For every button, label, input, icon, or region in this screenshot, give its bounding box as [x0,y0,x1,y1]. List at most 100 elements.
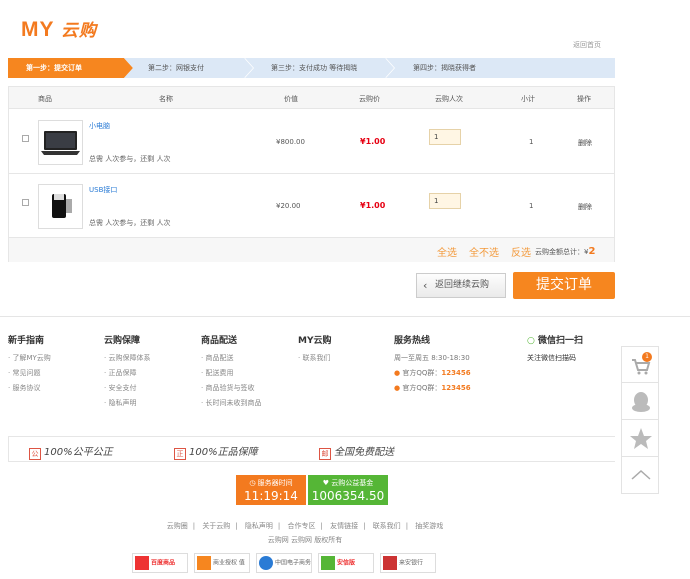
wechat-icon: ○ [527,336,535,346]
qty-input[interactable]: 1 [429,193,461,209]
footer-link[interactable]: · 了解MY云购 [8,351,51,366]
product-info: 总需 人次参与，还剩 人次 [89,155,171,163]
qq-group[interactable]: ● 官方QQ群：123456 [394,366,471,381]
product-name[interactable]: 小电脑 [89,121,110,131]
footer-link[interactable]: · 长时间未收到商品 [201,396,261,411]
step-2: 第二步：网银支付 [124,58,254,78]
th-subtotal: 小计 [521,95,535,103]
fund-amount: 1006354.50 [311,489,385,503]
product-info: 总需 人次参与，还剩 人次 [89,219,171,227]
qty-input[interactable]: 1 [429,129,461,145]
checkout-steps: 第一步：提交订单 第二步：网银支付 第三步：支付成功 等待揭晓 第四步：揭晓获得… [8,58,615,78]
sidebar-favorite-button[interactable] [621,420,659,457]
charity-fund-box[interactable]: ♥ 云购公益基金 1006354.50 [308,475,388,505]
th-qty: 云购人次 [435,95,463,103]
row-checkbox[interactable] [22,199,29,206]
trust-badge[interactable]: 百度商品 [132,553,188,573]
select-all-link[interactable]: 全选 [437,244,457,259]
continue-shopping-button[interactable]: ‹ 返回继续云购 [416,273,506,298]
footer-link[interactable]: · 联系我们 [298,351,331,366]
heart-icon: ♥ [322,479,330,487]
table-header: 商品 名称 价值 云购价 云购人次 小计 操作 [9,87,614,109]
submit-order-button[interactable]: 提交订单 [513,272,615,299]
qq-icon: ● [394,384,401,392]
footer-link[interactable]: · 商品配送 [201,351,261,366]
footer-link[interactable]: 云购圈 [167,522,188,530]
qq-icon: ● [394,369,401,377]
step-4: 第四步：揭晓获得者 [386,58,615,78]
site-logo[interactable]: MY 云购 [21,16,97,42]
chevron-left-icon: ‹ [423,279,428,292]
home-link[interactable]: 返回首页 [573,40,601,50]
trust-badge[interactable]: 安信版 [318,553,374,573]
clock-icon: ◷ [249,479,256,487]
service-promise-bar: 公 100%公平公正 正 100%正品保障 邮全国免费配送 [8,436,615,462]
footer-link[interactable]: 关于云购 [202,522,230,530]
footer-link[interactable]: · 常见问题 [8,366,51,381]
row-checkbox[interactable] [22,135,29,142]
sidebar-cart-button[interactable]: 1 [621,346,659,383]
footer-link[interactable]: · 配送费用 [201,366,261,381]
footer-col-delivery: 商品配送 · 商品配送 · 配送费用 · 商品验货与签收 · 长时间未收到商品 [201,333,261,411]
qq-group[interactable]: ● 官方QQ群：123456 [394,381,471,396]
footer-link[interactable]: · 隐私声明 [104,396,150,411]
star-icon [630,428,652,449]
th-product: 商品 [38,95,52,103]
logo-cn-text: 云购 [60,21,97,40]
select-none-link[interactable]: 全不选 [469,244,499,259]
delete-button[interactable]: 删除 [578,202,592,212]
step-1: 第一步：提交订单 [8,58,133,78]
cart-icon [632,359,651,375]
chevron-up-icon [631,469,651,480]
product-name[interactable]: USB接口 [89,185,117,195]
footer-link[interactable]: · 正品保障 [104,366,150,381]
wechat-qr-caption: 关注微信扫描码 [527,354,576,362]
table-row: USB接口 总需 人次参与，还剩 人次 ¥20.00 ¥1.00 1 1 删除 [9,174,614,238]
cart-count-badge: 1 [642,352,652,362]
trust-badge[interactable]: 商业授权 值得信赖 [194,553,250,573]
sidebar-qq-button[interactable] [621,383,659,420]
footer-col-guarantee: 云购保障 · 云购保障体系 · 正品保障 · 安全支付 · 隐私声明 [104,333,150,411]
row-subtotal: 1 [529,202,534,210]
footer-link[interactable]: 合作专区 [288,522,316,530]
table-row: 小电脑 总需 人次参与，还剩 人次 ¥800.00 ¥1.00 1 1 删除 [9,110,614,174]
footer-link[interactable]: 友情链接 [330,522,358,530]
promise-item: 正 100%正品保障 [174,443,258,460]
trust-badge[interactable]: 中国电子商务 诚信单位 [256,553,312,573]
footer-link[interactable]: · 商品验货与签收 [201,381,261,396]
cart-table: 商品 名称 价值 云购价 云购人次 小计 操作 小电脑 总需 人次参与，还剩 人… [8,86,615,262]
promise-item: 邮全国免费配送 [319,443,394,460]
divider [0,316,690,317]
th-yprice: 云购价 [359,95,380,103]
server-time-box: ◷ 服务器时间 11:19:14 [236,475,306,505]
th-action: 操作 [577,95,591,103]
service-hours: 周一至周五 8:30-18:30 [394,354,470,362]
footer-link[interactable]: · 云购保障体系 [104,351,150,366]
footer-link[interactable]: · 服务协议 [8,381,51,396]
footer-links: 云购圈 | 关于云购 | 隐私声明 | 合作专区 | 友情链接 | 联系我们 | 抽奖游戏 [166,522,444,530]
footer-link[interactable]: 抽奖游戏 [415,522,443,530]
step-3: 第三步：支付成功 等待揭晓 [245,58,395,78]
genuine-icon: 正 [174,448,186,460]
trust-badge[interactable]: 来安银行 [380,553,436,573]
copyright: 云购网 云购网 版权所有 [267,536,343,544]
laptop-icon[interactable] [38,120,83,165]
product-price: ¥20.00 [276,202,301,210]
footer-link[interactable]: · 安全支付 [104,381,150,396]
product-price: ¥800.00 [276,138,305,146]
usb-adapter-icon[interactable] [38,184,83,229]
back-to-top-button[interactable] [621,457,659,494]
product-yprice: ¥1.00 [360,137,386,146]
footer-link[interactable]: 联系我们 [373,522,401,530]
footer-link[interactable]: 隐私声明 [245,522,273,530]
invert-selection-link[interactable]: 反选 [511,244,531,259]
row-subtotal: 1 [529,138,534,146]
qq-penguin-icon [632,392,650,412]
fair-icon: 公 [29,448,41,460]
delete-button[interactable]: 删除 [578,138,592,148]
promise-item: 公 100%公平公正 [29,443,113,460]
delivery-icon: 邮 [319,448,331,460]
server-time: 11:19:14 [244,489,298,503]
product-yprice: ¥1.00 [360,201,386,210]
floating-sidebar: 1 [621,346,659,494]
